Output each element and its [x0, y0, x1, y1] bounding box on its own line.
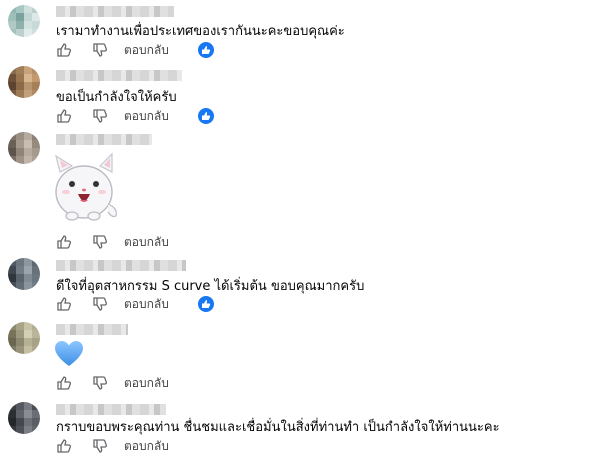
reply-link[interactable]: ตอบกลับ: [124, 437, 169, 456]
author-name-blurred[interactable]: [56, 324, 128, 335]
avatar[interactable]: [8, 5, 40, 37]
thumbs-down-icon[interactable]: [92, 438, 108, 454]
reply-link[interactable]: ตอบกลับ: [124, 374, 169, 393]
author-name-blurred[interactable]: [56, 260, 186, 271]
reply-link[interactable]: ตอบกลับ: [124, 295, 169, 314]
author-name-blurred[interactable]: [56, 70, 182, 81]
comment-actions: ตอบกลับ: [56, 108, 169, 124]
avatar[interactable]: [8, 402, 40, 434]
reply-link[interactable]: ตอบกลับ: [124, 233, 169, 252]
thumbs-down-icon[interactable]: [92, 108, 108, 124]
avatar[interactable]: [8, 66, 40, 98]
comment-text: ขอเป็นกำลังใจให้ครับ: [56, 90, 177, 105]
author-name-blurred[interactable]: [56, 6, 174, 17]
thumbs-down-icon[interactable]: [92, 375, 108, 391]
comment-actions: ตอบกลับ: [56, 234, 169, 250]
thumbs-down-icon[interactable]: [92, 42, 108, 58]
thumbs-up-icon[interactable]: [56, 296, 72, 312]
thumbs-up-icon[interactable]: [56, 108, 72, 124]
thumbs-up-icon[interactable]: [56, 438, 72, 454]
avatar[interactable]: [8, 322, 40, 354]
thumbs-down-icon[interactable]: [92, 296, 108, 312]
blue-heart-emoji: [54, 340, 84, 368]
thumbs-up-icon[interactable]: [56, 234, 72, 250]
thumbs-up-icon[interactable]: [56, 42, 72, 58]
comment-actions: ตอบกลับ: [56, 375, 169, 391]
white-cat-sticker[interactable]: [50, 152, 124, 226]
comment-actions: ตอบกลับ: [56, 438, 169, 454]
thumbs-up-icon[interactable]: [56, 375, 72, 391]
avatar[interactable]: [8, 132, 40, 164]
like-badge-icon[interactable]: [198, 108, 214, 124]
thumbs-down-icon[interactable]: [92, 234, 108, 250]
comment-text: เรามาทำงานเพื่อประเทศของเรากันนะคะขอบคุณ…: [56, 24, 345, 39]
like-badge-icon[interactable]: [198, 42, 214, 58]
reply-link[interactable]: ตอบกลับ: [124, 41, 169, 60]
author-name-blurred[interactable]: [56, 134, 152, 145]
comment-text: ดีใจที่อุตสาหกรรม S curve ได้เริ่มต้น ขอ…: [56, 279, 365, 294]
like-badge-icon[interactable]: [198, 296, 214, 312]
author-name-blurred[interactable]: [56, 404, 166, 415]
reply-link[interactable]: ตอบกลับ: [124, 107, 169, 126]
comment-actions: ตอบกลับ: [56, 296, 169, 312]
avatar[interactable]: [8, 258, 40, 290]
comment-actions: ตอบกลับ: [56, 42, 169, 58]
comment-text: กราบขอบพระคุณท่าน ชื่นชมและเชื่อมั่นในสิ…: [56, 420, 500, 435]
